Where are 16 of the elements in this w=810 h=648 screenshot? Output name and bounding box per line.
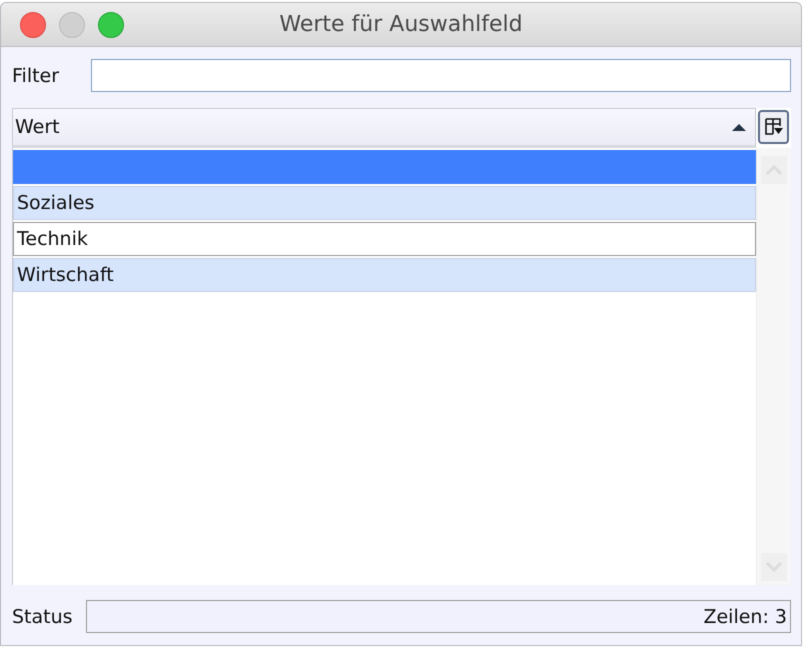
- column-chooser-button[interactable]: [758, 110, 789, 144]
- table-menu-icon: [764, 117, 784, 137]
- table-row[interactable]: [13, 150, 756, 184]
- status-label: Status: [12, 606, 73, 628]
- row-count: Zeilen: 3: [703, 606, 787, 628]
- window-title: Werte für Auswahlfeld: [279, 12, 523, 37]
- filter-field[interactable]: [91, 59, 791, 92]
- table-row[interactable]: Technik: [13, 222, 756, 256]
- filter-label: Filter: [12, 64, 60, 86]
- zoom-button[interactable]: [98, 12, 124, 38]
- table-row[interactable]: Soziales: [13, 186, 756, 220]
- column-header[interactable]: Wert: [12, 108, 756, 148]
- table-row[interactable]: Wirtschaft: [13, 258, 756, 292]
- scrollbar[interactable]: [756, 148, 791, 585]
- close-button[interactable]: [20, 12, 46, 38]
- minimize-button[interactable]: [59, 12, 85, 38]
